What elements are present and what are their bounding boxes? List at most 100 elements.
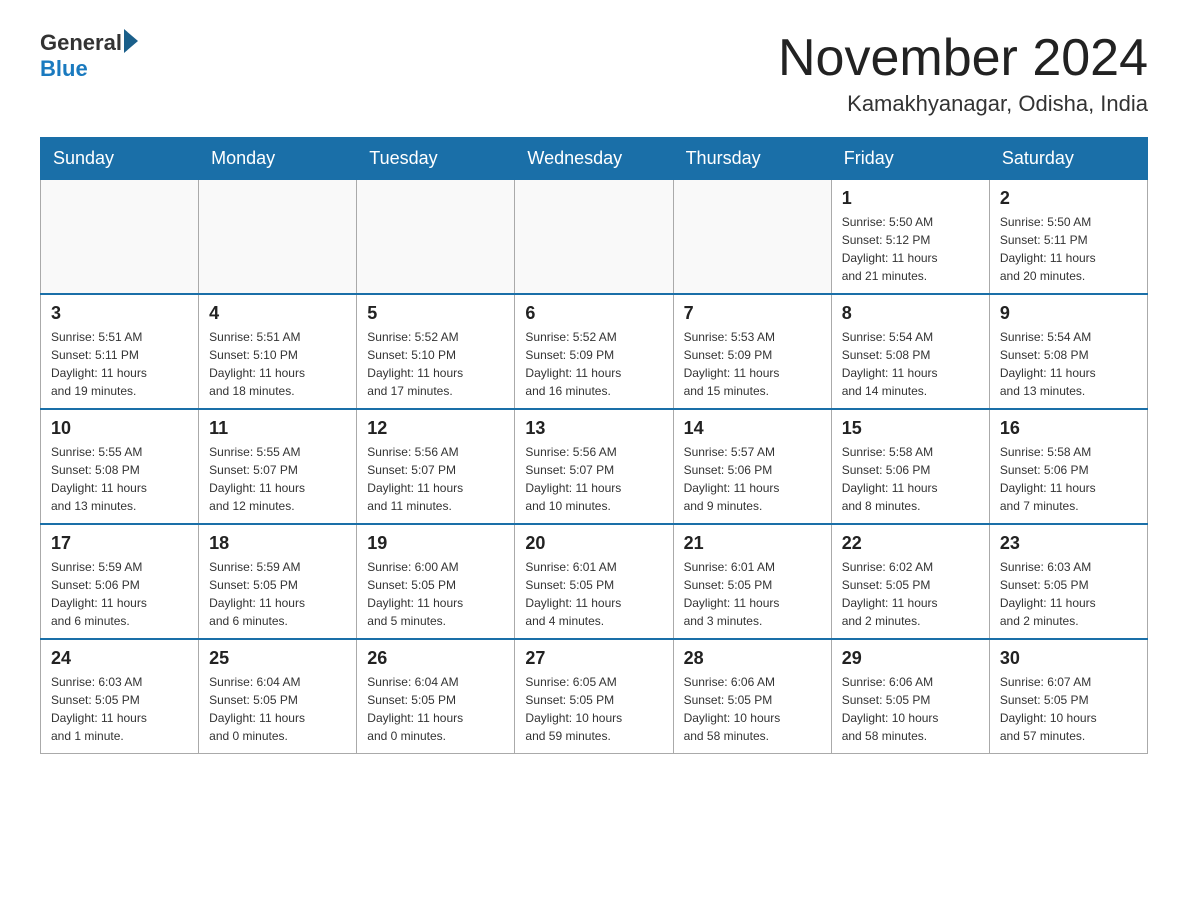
day-header-tuesday: Tuesday [357,138,515,180]
day-number: 14 [684,418,821,439]
day-info: Sunrise: 5:51 AMSunset: 5:10 PMDaylight:… [209,328,346,400]
main-title: November 2024 [778,30,1148,87]
page-header: General Blue November 2024 Kamakhyanagar… [40,30,1148,117]
calendar-week-row: 24 Sunrise: 6:03 AMSunset: 5:05 PMDayligh… [41,639,1148,754]
day-header-monday: Monday [199,138,357,180]
calendar-day-cell: 24 Sunrise: 6:03 AMSunset: 5:05 PMDayligh… [41,639,199,754]
calendar-day-cell: 19Sunrise: 6:00 AMSunset: 5:05 PMDayligh… [357,524,515,639]
calendar-day-cell: 23 Sunrise: 6:03 AMSunset: 5:05 PMDayligh… [989,524,1147,639]
day-info: Sunrise: 5:56 AMSunset: 5:07 PMDaylight:… [525,443,662,515]
day-info: Sunrise: 5:58 AMSunset: 5:06 PMDaylight:… [842,443,979,515]
day-number: 6 [525,303,662,324]
day-number: 28 [684,648,821,669]
day-number: 18 [209,533,346,554]
calendar-day-cell: 22 Sunrise: 6:02 AMSunset: 5:05 PMDayligh… [831,524,989,639]
calendar-day-cell: 26Sunrise: 6:04 AMSunset: 5:05 PMDayligh… [357,639,515,754]
calendar-day-cell: 8 Sunrise: 5:54 AMSunset: 5:08 PMDaylight… [831,294,989,409]
day-info: Sunrise: 5:59 AMSunset: 5:06 PMDaylight:… [51,558,188,630]
calendar-day-cell: 28Sunrise: 6:06 AMSunset: 5:05 PMDayligh… [673,639,831,754]
day-header-saturday: Saturday [989,138,1147,180]
calendar-table: SundayMondayTuesdayWednesdayThursdayFrid… [40,137,1148,754]
calendar-day-cell: 27Sunrise: 6:05 AMSunset: 5:05 PMDayligh… [515,639,673,754]
day-number: 20 [525,533,662,554]
day-number: 16 [1000,418,1137,439]
calendar-day-cell: 25 Sunrise: 6:04 AMSunset: 5:05 PMDayligh… [199,639,357,754]
day-info: Sunrise: 6:01 AMSunset: 5:05 PMDaylight:… [684,558,821,630]
day-info: Sunrise: 5:53 AMSunset: 5:09 PMDaylight:… [684,328,821,400]
day-info: Sunrise: 5:57 AMSunset: 5:06 PMDaylight:… [684,443,821,515]
calendar-day-cell: 11Sunrise: 5:55 AMSunset: 5:07 PMDayligh… [199,409,357,524]
day-number: 15 [842,418,979,439]
day-number: 27 [525,648,662,669]
day-info: Sunrise: 6:07 AMSunset: 5:05 PMDaylight:… [1000,673,1137,745]
calendar-day-cell: 7 Sunrise: 5:53 AMSunset: 5:09 PMDaylight… [673,294,831,409]
calendar-week-row: 1 Sunrise: 5:50 AMSunset: 5:12 PMDaylight… [41,180,1148,295]
calendar-day-cell [357,180,515,295]
day-number: 26 [367,648,504,669]
day-info: Sunrise: 5:52 AMSunset: 5:09 PMDaylight:… [525,328,662,400]
calendar-day-cell: 12 Sunrise: 5:56 AMSunset: 5:07 PMDayligh… [357,409,515,524]
calendar-day-cell: 9Sunrise: 5:54 AMSunset: 5:08 PMDaylight… [989,294,1147,409]
day-number: 5 [367,303,504,324]
calendar-day-cell: 14 Sunrise: 5:57 AMSunset: 5:06 PMDayligh… [673,409,831,524]
day-info: Sunrise: 5:59 AMSunset: 5:05 PMDaylight:… [209,558,346,630]
day-number: 19 [367,533,504,554]
calendar-day-cell: 20 Sunrise: 6:01 AMSunset: 5:05 PMDayligh… [515,524,673,639]
calendar-day-cell: 21 Sunrise: 6:01 AMSunset: 5:05 PMDayligh… [673,524,831,639]
calendar-week-row: 17Sunrise: 5:59 AMSunset: 5:06 PMDayligh… [41,524,1148,639]
day-info: Sunrise: 5:56 AMSunset: 5:07 PMDaylight:… [367,443,504,515]
day-number: 22 [842,533,979,554]
day-number: 7 [684,303,821,324]
day-info: Sunrise: 6:03 AMSunset: 5:05 PMDaylight:… [1000,558,1137,630]
calendar-header-row: SundayMondayTuesdayWednesdayThursdayFrid… [41,138,1148,180]
day-number: 21 [684,533,821,554]
day-number: 8 [842,303,979,324]
day-info: Sunrise: 5:55 AMSunset: 5:08 PMDaylight:… [51,443,188,515]
day-number: 23 [1000,533,1137,554]
calendar-week-row: 3Sunrise: 5:51 AMSunset: 5:11 PMDaylight… [41,294,1148,409]
day-info: Sunrise: 5:52 AMSunset: 5:10 PMDaylight:… [367,328,504,400]
logo-arrow-icon [124,29,138,53]
day-info: Sunrise: 6:06 AMSunset: 5:05 PMDaylight:… [842,673,979,745]
day-info: Sunrise: 5:54 AMSunset: 5:08 PMDaylight:… [842,328,979,400]
calendar-day-cell: 30 Sunrise: 6:07 AMSunset: 5:05 PMDayligh… [989,639,1147,754]
day-number: 12 [367,418,504,439]
day-info: Sunrise: 5:58 AMSunset: 5:06 PMDaylight:… [1000,443,1137,515]
day-info: Sunrise: 5:51 AMSunset: 5:11 PMDaylight:… [51,328,188,400]
logo: General Blue [40,30,138,83]
day-number: 4 [209,303,346,324]
calendar-day-cell: 2 Sunrise: 5:50 AMSunset: 5:11 PMDaylight… [989,180,1147,295]
day-number: 13 [525,418,662,439]
day-header-sunday: Sunday [41,138,199,180]
calendar-day-cell: 16 Sunrise: 5:58 AMSunset: 5:06 PMDayligh… [989,409,1147,524]
calendar-day-cell: 15 Sunrise: 5:58 AMSunset: 5:06 PMDayligh… [831,409,989,524]
calendar-day-cell [673,180,831,295]
calendar-week-row: 10 Sunrise: 5:55 AMSunset: 5:08 PMDayligh… [41,409,1148,524]
title-section: November 2024 Kamakhyanagar, Odisha, Ind… [778,30,1148,117]
calendar-day-cell: 5 Sunrise: 5:52 AMSunset: 5:10 PMDaylight… [357,294,515,409]
day-header-friday: Friday [831,138,989,180]
day-info: Sunrise: 6:03 AMSunset: 5:05 PMDaylight:… [51,673,188,745]
calendar-day-cell: 10 Sunrise: 5:55 AMSunset: 5:08 PMDayligh… [41,409,199,524]
day-number: 24 [51,648,188,669]
logo-general: General [40,30,122,56]
calendar-day-cell: 3Sunrise: 5:51 AMSunset: 5:11 PMDaylight… [41,294,199,409]
day-number: 25 [209,648,346,669]
day-info: Sunrise: 6:01 AMSunset: 5:05 PMDaylight:… [525,558,662,630]
day-number: 2 [1000,188,1137,209]
day-number: 1 [842,188,979,209]
day-header-thursday: Thursday [673,138,831,180]
calendar-day-cell: 1 Sunrise: 5:50 AMSunset: 5:12 PMDaylight… [831,180,989,295]
day-number: 10 [51,418,188,439]
calendar-day-cell: 29 Sunrise: 6:06 AMSunset: 5:05 PMDayligh… [831,639,989,754]
day-number: 29 [842,648,979,669]
day-info: Sunrise: 6:02 AMSunset: 5:05 PMDaylight:… [842,558,979,630]
day-info: Sunrise: 5:50 AMSunset: 5:12 PMDaylight:… [842,213,979,285]
calendar-day-cell: 13 Sunrise: 5:56 AMSunset: 5:07 PMDayligh… [515,409,673,524]
calendar-day-cell: 6 Sunrise: 5:52 AMSunset: 5:09 PMDaylight… [515,294,673,409]
day-number: 30 [1000,648,1137,669]
day-info: Sunrise: 5:54 AMSunset: 5:08 PMDaylight:… [1000,328,1137,400]
day-info: Sunrise: 6:04 AMSunset: 5:05 PMDaylight:… [209,673,346,745]
calendar-day-cell: 4 Sunrise: 5:51 AMSunset: 5:10 PMDaylight… [199,294,357,409]
day-info: Sunrise: 5:50 AMSunset: 5:11 PMDaylight:… [1000,213,1137,285]
